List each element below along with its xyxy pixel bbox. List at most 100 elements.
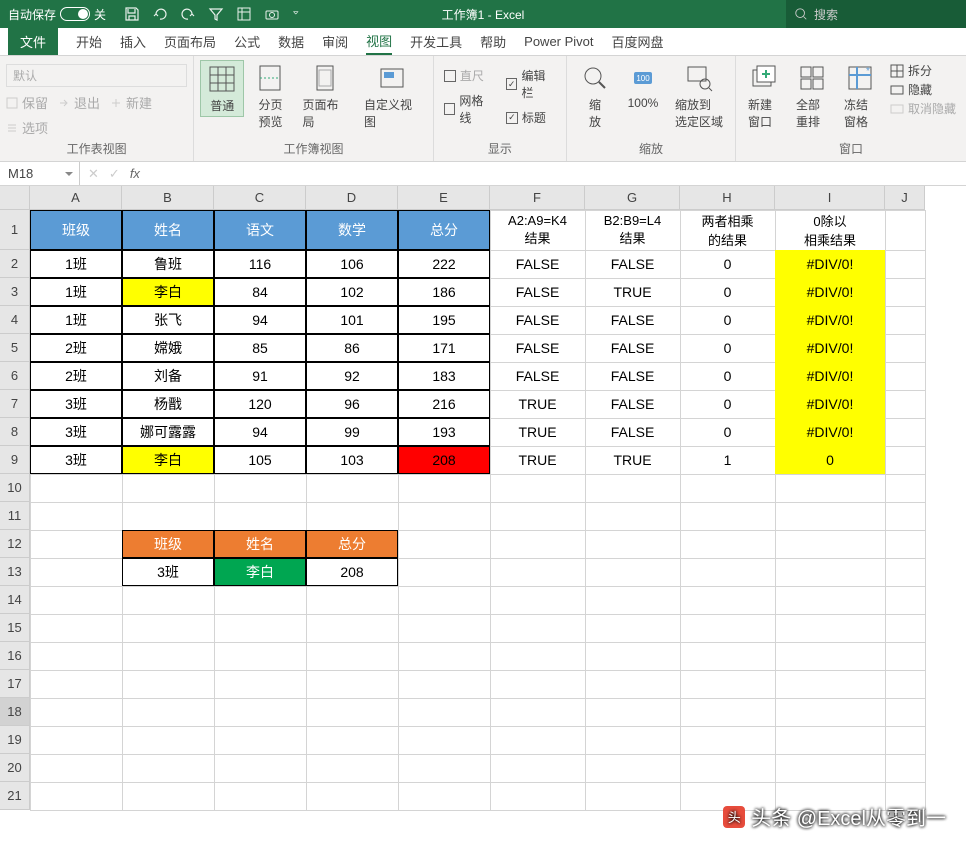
table-cell[interactable]: 195 (398, 306, 490, 334)
table-header[interactable]: 班级 (30, 210, 122, 250)
redo-icon[interactable] (180, 6, 196, 22)
table-cell[interactable]: 3班 (30, 418, 122, 446)
select-all-corner[interactable] (0, 186, 30, 210)
zoom-100-button[interactable]: 100 100% (621, 60, 665, 112)
table-cell[interactable]: 99 (306, 418, 398, 446)
calc-cell[interactable]: TRUE (490, 390, 585, 418)
calc-cell[interactable]: 0 (680, 390, 775, 418)
calc-cell[interactable]: 1 (680, 446, 775, 474)
tab-开发工具[interactable]: 开发工具 (410, 28, 462, 55)
tab-数据[interactable]: 数据 (278, 28, 304, 55)
col-header-C[interactable]: C (214, 186, 306, 210)
table-cell[interactable]: 193 (398, 418, 490, 446)
arrange-all-button[interactable]: 全部重排 (790, 60, 834, 132)
calc-cell[interactable]: TRUE (585, 278, 680, 306)
zoom-button[interactable]: 缩 放 (573, 60, 617, 132)
table-cell[interactable]: 94 (214, 418, 306, 446)
headings-checkbox[interactable]: ✓标题 (502, 108, 560, 127)
table-cell[interactable]: 3班 (30, 390, 122, 418)
table-cell[interactable]: 96 (306, 390, 398, 418)
tab-百度网盘[interactable]: 百度网盘 (612, 28, 664, 55)
tab-视图[interactable]: 视图 (366, 28, 392, 55)
table-cell[interactable]: 2班 (30, 362, 122, 390)
formula-bar-checkbox[interactable]: ✓编辑栏 (502, 66, 560, 102)
table-cell[interactable]: 101 (306, 306, 398, 334)
table-cell[interactable]: 208 (398, 446, 490, 474)
col-header-D[interactable]: D (306, 186, 398, 210)
col-header-H[interactable]: H (680, 186, 775, 210)
table-header[interactable]: 姓名 (122, 210, 214, 250)
tab-插入[interactable]: 插入 (120, 28, 146, 55)
formula-input[interactable] (148, 162, 966, 185)
table-cell[interactable]: 91 (214, 362, 306, 390)
calc-cell[interactable]: FALSE (490, 250, 585, 278)
col-header-E[interactable]: E (398, 186, 490, 210)
col-header-J[interactable]: J (885, 186, 925, 210)
calc-cell[interactable]: FALSE (585, 362, 680, 390)
tab-文件[interactable]: 文件 (8, 28, 58, 55)
lookup-header[interactable]: 总分 (306, 530, 398, 558)
table-cell[interactable]: 3班 (30, 446, 122, 474)
calc-cell[interactable]: 0 (680, 306, 775, 334)
table-cell[interactable]: 92 (306, 362, 398, 390)
calc-cell[interactable]: #DIV/0! (775, 306, 885, 334)
table-cell[interactable]: 1班 (30, 250, 122, 278)
lookup-header[interactable]: 姓名 (214, 530, 306, 558)
calc-cell[interactable]: TRUE (585, 446, 680, 474)
freeze-panes-button[interactable]: * 冻结窗格 (838, 60, 882, 132)
calc-cell[interactable]: 0 (680, 418, 775, 446)
table-cell[interactable]: 94 (214, 306, 306, 334)
table-header[interactable]: 语文 (214, 210, 306, 250)
page-preview-button[interactable]: 分页 预览 (248, 60, 292, 132)
calc-cell[interactable]: TRUE (490, 446, 585, 474)
lookup-cell[interactable]: 3班 (122, 558, 214, 586)
calc-cell[interactable]: #DIV/0! (775, 334, 885, 362)
row-header-2[interactable]: 2 (0, 250, 30, 278)
row-header-12[interactable]: 12 (0, 530, 30, 558)
row-header-7[interactable]: 7 (0, 390, 30, 418)
enter-icon[interactable]: ✓ (109, 166, 120, 182)
calc-cell[interactable]: FALSE (585, 390, 680, 418)
table-cell[interactable]: 1班 (30, 278, 122, 306)
camera-icon[interactable] (264, 6, 280, 22)
table-cell[interactable]: 85 (214, 334, 306, 362)
table-cell[interactable]: 216 (398, 390, 490, 418)
row-header-15[interactable]: 15 (0, 614, 30, 642)
table-cell[interactable]: 105 (214, 446, 306, 474)
table-cell[interactable]: 娜可露露 (122, 418, 214, 446)
table-cell[interactable]: 鲁班 (122, 250, 214, 278)
calc-cell[interactable]: #DIV/0! (775, 278, 885, 306)
normal-view-button[interactable]: 普通 (200, 60, 244, 117)
row-header-11[interactable]: 11 (0, 502, 30, 530)
table-cell[interactable]: 刘备 (122, 362, 214, 390)
table-cell[interactable]: 李白 (122, 278, 214, 306)
calc-cell[interactable]: #DIV/0! (775, 390, 885, 418)
calc-cell[interactable]: FALSE (490, 278, 585, 306)
table-cell[interactable]: 120 (214, 390, 306, 418)
calc-cell[interactable]: 0 (680, 278, 775, 306)
table-cell[interactable]: 嫦娥 (122, 334, 214, 362)
calc-cell[interactable]: 0 (680, 250, 775, 278)
row-header-3[interactable]: 3 (0, 278, 30, 306)
gridlines-checkbox[interactable]: 网格线 (440, 91, 498, 127)
row-header-1[interactable]: 1 (0, 210, 30, 250)
table-cell[interactable]: 杨戬 (122, 390, 214, 418)
lookup-cell[interactable]: 李白 (214, 558, 306, 586)
fx-icon[interactable]: fx (130, 166, 140, 181)
save-icon[interactable] (124, 6, 140, 22)
table-cell[interactable]: 李白 (122, 446, 214, 474)
new-window-button[interactable]: 新建窗口 (742, 60, 786, 132)
row-header-5[interactable]: 5 (0, 334, 30, 362)
tab-页面布局[interactable]: 页面布局 (164, 28, 216, 55)
calc-cell[interactable]: FALSE (585, 250, 680, 278)
row-header-19[interactable]: 19 (0, 726, 30, 754)
row-header-6[interactable]: 6 (0, 362, 30, 390)
row-header-9[interactable]: 9 (0, 446, 30, 474)
undo-icon[interactable] (152, 6, 168, 22)
calc-header[interactable]: A2:A9=K4结果 (490, 210, 585, 250)
table-cell[interactable]: 103 (306, 446, 398, 474)
cancel-icon[interactable]: ✕ (88, 166, 99, 182)
table-cell[interactable]: 86 (306, 334, 398, 362)
custom-view-button[interactable]: 自定义视图 (358, 60, 427, 132)
calc-cell[interactable]: FALSE (585, 418, 680, 446)
